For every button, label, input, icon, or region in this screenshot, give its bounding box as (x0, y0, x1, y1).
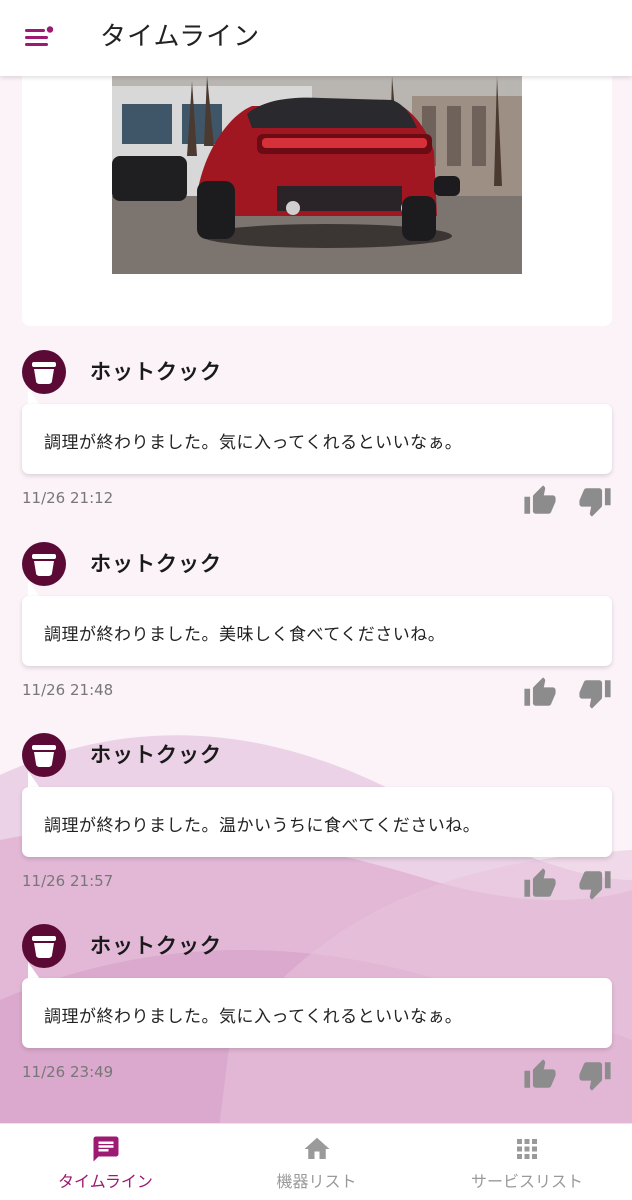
thumbs-down-icon (579, 680, 611, 709)
timeline-message: ホットクック 調理が終わりました。温かいうちに食べてくださいね。 11/26 2… (0, 733, 632, 923)
thumbs-down-icon (579, 871, 611, 900)
message-bubble: 調理が終わりました。温かいうちに食べてくださいね。 (22, 787, 612, 857)
nav-label: タイムライン (58, 1172, 153, 1191)
like-button[interactable] (523, 484, 557, 518)
message-text: 調理が終わりました。温かいうちに食べてくださいね。 (44, 816, 481, 836)
message-timestamp: 11/26 21:57 (22, 872, 114, 890)
sender-name: ホットクック (90, 552, 222, 576)
nav-tab-devices[interactable]: 機器リスト (211, 1124, 422, 1200)
timeline-message: ホットクック 調理が終わりました。気に入ってくれるといいなぁ。 11/26 23… (0, 924, 632, 1114)
chat-icon (93, 1136, 118, 1162)
dislike-button[interactable] (578, 867, 612, 901)
home-icon (304, 1137, 329, 1159)
message-timestamp: 11/26 21:48 (22, 681, 114, 699)
thumbs-up-icon (524, 1059, 556, 1088)
like-button[interactable] (523, 867, 557, 901)
message-bubble: 調理が終わりました。美味しく食べてくださいね。 (22, 596, 612, 666)
menu-button[interactable] (22, 22, 56, 52)
sender-name: ホットクック (90, 360, 222, 384)
nav-label: 機器リスト (276, 1172, 357, 1191)
thumbs-up-icon (524, 485, 556, 514)
thumbs-up-icon (524, 677, 556, 706)
message-bubble: 調理が終わりました。気に入ってくれるといいなぁ。 (22, 404, 612, 474)
like-button[interactable] (523, 1058, 557, 1092)
thumbs-down-icon (579, 1062, 611, 1091)
app-header: タイムライン (0, 0, 632, 76)
timeline-message: ホットクック 調理が終わりました。気に入ってくれるといいなぁ。 11/26 21… (0, 350, 632, 540)
menu-icon (25, 26, 54, 46)
sender-name: ホットクック (90, 934, 222, 958)
dislike-button[interactable] (578, 484, 612, 518)
page-title: タイムライン (100, 22, 261, 52)
car-photo (112, 76, 522, 274)
message-bubble: 調理が終わりました。気に入ってくれるといいなぁ。 (22, 978, 612, 1048)
like-button[interactable] (523, 676, 557, 710)
bottom-navigation: タイムライン 機器リスト サービスリスト (0, 1123, 632, 1200)
thumbs-up-icon (524, 868, 556, 897)
timeline-message: ホットクック 調理が終わりました。美味しく食べてくださいね。 11/26 21:… (0, 542, 632, 732)
apps-grid-icon (517, 1139, 537, 1159)
timeline-list[interactable]: ホットクック 調理が終わりました。気に入ってくれるといいなぁ。 11/26 21… (0, 76, 632, 1123)
nav-tab-timeline[interactable]: タイムライン (0, 1124, 211, 1200)
sender-name: ホットクック (90, 743, 222, 767)
message-timestamp: 11/26 23:49 (22, 1063, 114, 1081)
nav-label: サービスリスト (470, 1172, 583, 1191)
dislike-button[interactable] (578, 1058, 612, 1092)
nav-tab-services[interactable]: サービスリスト (422, 1124, 632, 1200)
dislike-button[interactable] (578, 676, 612, 710)
message-text: 調理が終わりました。気に入ってくれるといいなぁ。 (44, 433, 463, 453)
message-text: 調理が終わりました。美味しく食べてくださいね。 (44, 625, 446, 645)
message-text: 調理が終わりました。気に入ってくれるといいなぁ。 (44, 1007, 463, 1027)
thumbs-down-icon (579, 488, 611, 517)
message-timestamp: 11/26 21:12 (22, 489, 114, 507)
image-post-card (22, 76, 612, 326)
